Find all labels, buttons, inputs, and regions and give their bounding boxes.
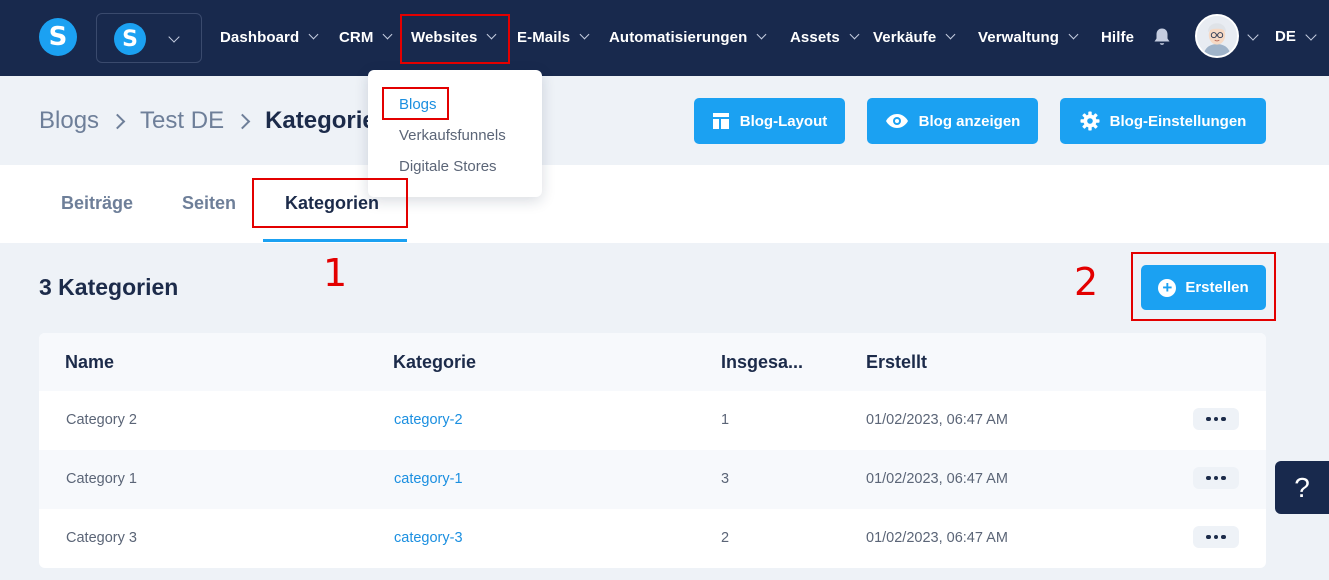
- nav-label: CRM: [339, 28, 374, 46]
- nav-item-verwaltung[interactable]: Verwaltung: [978, 27, 1079, 47]
- column-header-name[interactable]: Name: [65, 352, 114, 373]
- bell-icon[interactable]: [1153, 27, 1171, 47]
- nav-item-emails[interactable]: E-Mails: [517, 27, 590, 47]
- account-logo-letter: S: [122, 26, 138, 52]
- column-header-total[interactable]: Insgesa...: [721, 352, 803, 373]
- menu-item-digitale-stores[interactable]: Digitale Stores: [399, 158, 497, 175]
- more-actions-button[interactable]: [1193, 467, 1239, 489]
- annotation-box-create: [1131, 252, 1276, 321]
- category-name: Category 2: [66, 412, 137, 428]
- chevron-down-icon: [383, 29, 393, 39]
- more-actions-button[interactable]: [1193, 408, 1239, 430]
- user-avatar[interactable]: [1195, 14, 1239, 58]
- dot: [1206, 534, 1211, 540]
- chevron-down-icon: [579, 29, 590, 39]
- category-slug-link[interactable]: category-1: [394, 471, 463, 487]
- chevron-down-icon: [849, 29, 860, 39]
- blog-layout-label: Blog-Layout: [739, 112, 828, 130]
- blog-settings-button[interactable]: Blog-Einstellungen: [1060, 98, 1266, 144]
- chevron-down-icon[interactable]: [1247, 29, 1259, 41]
- annotation-step-1: 1: [323, 251, 348, 295]
- table-header: Name Kategorie Insgesa... Erstellt: [39, 333, 1266, 391]
- dot: [1213, 416, 1219, 422]
- category-count-title: 3 Kategorien: [39, 274, 179, 300]
- dot: [1213, 475, 1219, 481]
- dot: [1221, 534, 1226, 540]
- dot: [1213, 534, 1219, 540]
- nav-label: E-Mails: [517, 28, 571, 46]
- menu-item-verkaufsfunnels[interactable]: Verkaufsfunnels: [399, 127, 506, 144]
- account-switcher[interactable]: S: [96, 13, 202, 63]
- logo-letter: S: [48, 22, 68, 52]
- column-header-kategorie[interactable]: Kategorie: [393, 352, 476, 373]
- annotation-box-websites: [400, 14, 510, 64]
- nav-item-assets[interactable]: Assets: [790, 27, 860, 47]
- category-name: Category 1: [66, 471, 137, 487]
- dot: [1206, 475, 1211, 481]
- view-blog-button[interactable]: Blog anzeigen: [867, 98, 1038, 144]
- chevron-down-icon: [168, 31, 180, 43]
- breadcrumb: Blogs Test DE Kategorien: [39, 106, 390, 136]
- category-total: 3: [721, 471, 730, 487]
- blog-settings-label: Blog-Einstellungen: [1109, 112, 1247, 130]
- tab-seiten[interactable]: Seiten: [182, 193, 236, 214]
- chevron-right-icon: [234, 113, 251, 129]
- chevron-down-icon: [756, 29, 767, 39]
- dot: [1206, 416, 1211, 422]
- category-slug-link[interactable]: category-3: [394, 530, 463, 546]
- category-total: 2: [721, 530, 730, 546]
- category-created: 01/02/2023, 06:47 AM: [866, 412, 1008, 428]
- categories-table: Name Kategorie Insgesa... Erstellt Categ…: [39, 333, 1266, 568]
- active-tab-indicator: [263, 239, 407, 242]
- category-name: Category 3: [66, 530, 137, 546]
- category-created: 01/02/2023, 06:47 AM: [866, 530, 1008, 546]
- category-total: 1: [721, 412, 730, 428]
- dot: [1221, 475, 1226, 481]
- category-created: 01/02/2023, 06:47 AM: [866, 471, 1008, 487]
- nav-label: Hilfe: [1101, 28, 1135, 46]
- gear-icon: [1080, 111, 1100, 131]
- language-selector[interactable]: DE: [1275, 28, 1296, 45]
- annotation-box-kategorien-tab: [252, 178, 408, 228]
- dot: [1221, 416, 1226, 422]
- account-logo: S: [114, 23, 146, 55]
- help-button[interactable]: ?: [1275, 461, 1329, 514]
- tab-beitraege[interactable]: Beiträge: [61, 193, 133, 214]
- app-logo[interactable]: S: [39, 18, 77, 56]
- nav-label: Verwaltung: [978, 28, 1060, 46]
- nav-label: Assets: [790, 28, 840, 46]
- chevron-down-icon: [1068, 29, 1079, 39]
- view-blog-label: Blog anzeigen: [918, 112, 1021, 130]
- nav-label: Dashboard: [220, 28, 300, 46]
- category-slug-link[interactable]: category-2: [394, 412, 463, 428]
- avatar-face-icon: [1197, 16, 1237, 56]
- nav-label: Automatisierungen: [609, 28, 748, 46]
- table-row[interactable]: Category 1 category-1 3 01/02/2023, 06:4…: [39, 450, 1266, 509]
- table-row[interactable]: Category 3 category-3 2 01/02/2023, 06:4…: [39, 509, 1266, 568]
- layout-icon: [712, 113, 729, 129]
- nav-item-dashboard[interactable]: Dashboard: [220, 27, 319, 47]
- top-navigation: S S Dashboard CRM Websites E-Mails Autom…: [0, 0, 1329, 76]
- eye-icon: [885, 114, 908, 128]
- nav-item-hilfe[interactable]: Hilfe: [1101, 27, 1134, 47]
- more-actions-button[interactable]: [1193, 526, 1239, 548]
- chevron-down-icon[interactable]: [1305, 29, 1317, 41]
- chevron-right-icon: [109, 113, 126, 129]
- chevron-down-icon: [945, 29, 956, 39]
- nav-item-crm[interactable]: CRM: [339, 27, 393, 47]
- breadcrumb-blogs[interactable]: Blogs: [39, 107, 99, 135]
- nav-label: Verkäufe: [873, 28, 937, 46]
- nav-item-verkaeufe[interactable]: Verkäufe: [873, 27, 956, 47]
- chevron-down-icon: [308, 29, 319, 39]
- help-icon: ?: [1294, 471, 1310, 503]
- table-row[interactable]: Category 2 category-2 1 01/02/2023, 06:4…: [39, 391, 1266, 450]
- column-header-erstellt[interactable]: Erstellt: [866, 352, 927, 373]
- blog-layout-button[interactable]: Blog-Layout: [694, 98, 845, 144]
- annotation-box-blogs: [382, 87, 449, 120]
- breadcrumb-test-de[interactable]: Test DE: [140, 107, 224, 135]
- nav-item-automatisierungen[interactable]: Automatisierungen: [609, 27, 767, 47]
- annotation-step-2: 2: [1074, 260, 1099, 304]
